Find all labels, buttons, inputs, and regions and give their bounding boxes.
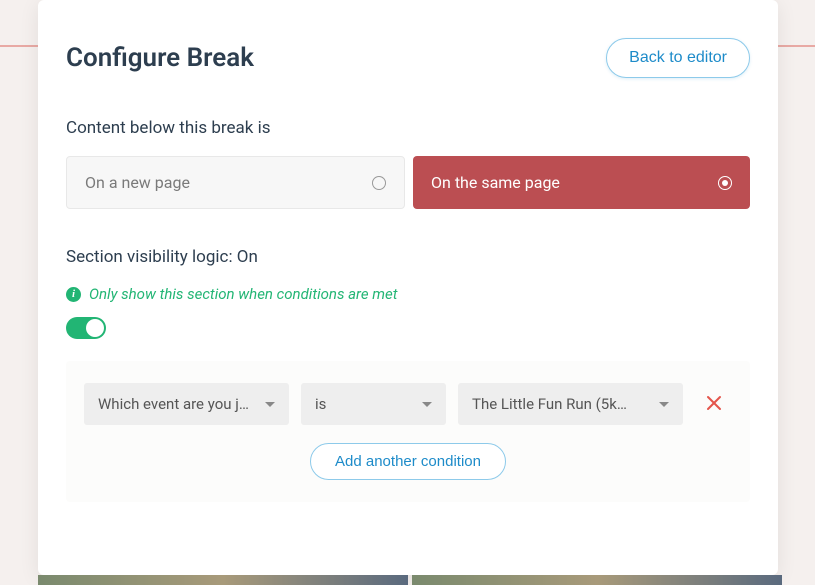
- chevron-down-icon: [265, 402, 275, 407]
- background-image-block: [412, 575, 782, 585]
- condition-field-dropdown[interactable]: Which event are you jo…: [84, 383, 289, 425]
- condition-value-dropdown[interactable]: The Little Fun Run (5k…: [458, 383, 683, 425]
- condition-row: Which event are you jo… is The Little Fu…: [84, 383, 732, 425]
- radio-label: On a new page: [85, 173, 190, 192]
- radio-option-new-page[interactable]: On a new page: [66, 156, 405, 209]
- dropdown-selected-text: Which event are you jo…: [98, 395, 265, 413]
- add-condition-row: Add another condition: [84, 443, 732, 480]
- content-position-label: Content below this break is: [66, 118, 750, 138]
- visibility-toggle[interactable]: [66, 317, 106, 339]
- back-to-editor-button[interactable]: Back to editor: [606, 38, 750, 78]
- info-icon: i: [66, 287, 81, 302]
- toggle-knob: [86, 319, 104, 337]
- background-image-block: [38, 575, 408, 585]
- configure-break-modal: Configure Break Back to editor Content b…: [38, 0, 778, 575]
- radio-option-same-page[interactable]: On the same page: [413, 156, 750, 209]
- visibility-hint-row: i Only show this section when conditions…: [66, 285, 750, 303]
- modal-header: Configure Break Back to editor: [66, 38, 750, 78]
- radio-circle-icon: [372, 176, 386, 190]
- visibility-hint-text: Only show this section when conditions a…: [89, 285, 397, 303]
- dropdown-selected-text: is: [315, 395, 334, 413]
- add-condition-button[interactable]: Add another condition: [310, 443, 506, 480]
- dropdown-selected-text: The Little Fun Run (5k…: [472, 395, 635, 413]
- chevron-down-icon: [422, 402, 432, 407]
- visibility-logic-label: Section visibility logic: On: [66, 247, 750, 267]
- condition-operator-dropdown[interactable]: is: [301, 383, 446, 425]
- close-icon: [706, 395, 722, 411]
- content-position-radio-group: On a new page On the same page: [66, 156, 750, 209]
- radio-circle-icon: [718, 176, 732, 190]
- modal-title: Configure Break: [66, 43, 254, 73]
- remove-condition-button[interactable]: [696, 394, 732, 414]
- radio-label: On the same page: [431, 173, 560, 192]
- chevron-down-icon: [659, 402, 669, 407]
- background-images-strip: [38, 575, 815, 585]
- conditions-panel: Which event are you jo… is The Little Fu…: [66, 361, 750, 502]
